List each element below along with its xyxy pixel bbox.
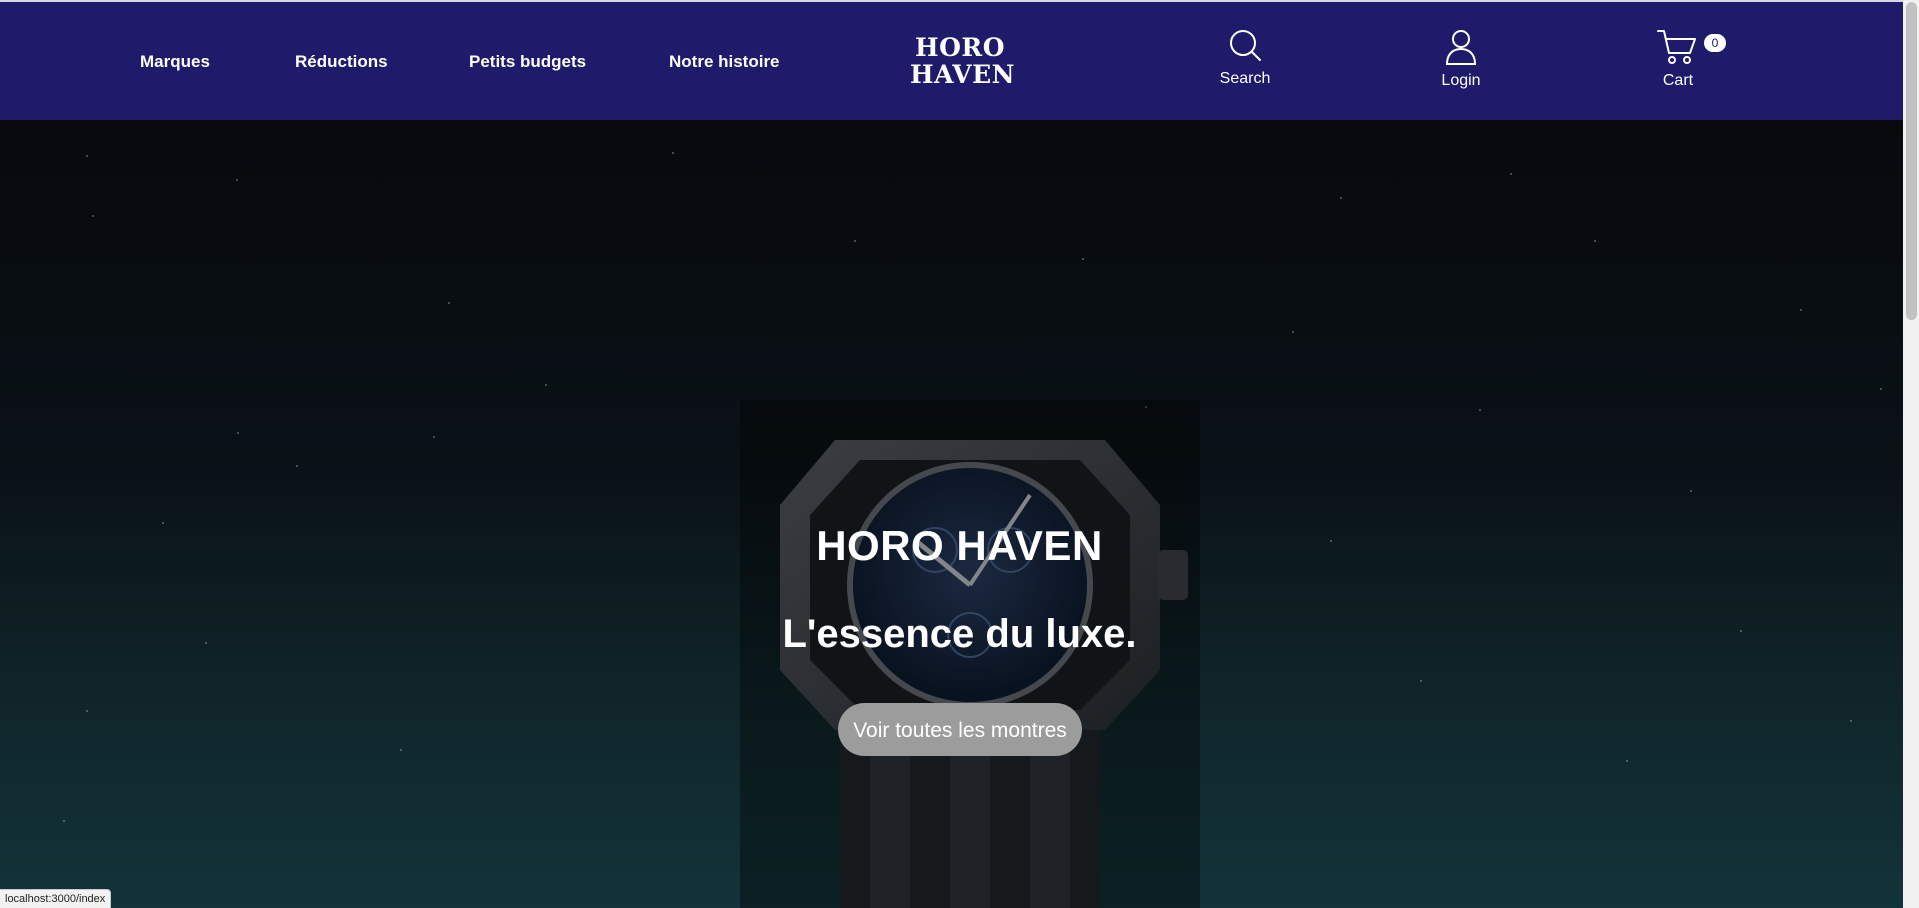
search-label: Search xyxy=(1219,70,1271,87)
cart-button[interactable]: 0 Cart xyxy=(1652,28,1726,90)
cart-count-badge: 0 xyxy=(1704,34,1726,52)
logo-line-1: HORO xyxy=(915,33,1005,62)
search-button[interactable]: Search xyxy=(1210,28,1280,88)
nav-link-petits-budgets[interactable]: Petits budgets xyxy=(469,52,586,72)
nav-link-marques[interactable]: Marques xyxy=(140,52,210,72)
view-all-watches-button[interactable]: Voir toutes les montres xyxy=(838,703,1082,756)
scrollbar-thumb[interactable] xyxy=(1906,2,1917,320)
hero-section: HORO HAVEN L'essence du luxe. Voir toute… xyxy=(0,120,1903,908)
logo-line-2: HAVEN xyxy=(910,60,1016,89)
nav-link-reductions[interactable]: Réductions xyxy=(295,52,388,72)
brand-logo[interactable]: HORO HAVEN xyxy=(910,33,1016,89)
navbar: Marques Réductions Petits budgets Notre … xyxy=(0,2,1903,120)
login-label: Login xyxy=(1441,72,1481,89)
user-icon xyxy=(1445,30,1477,65)
nav-link-notre-histoire[interactable]: Notre histoire xyxy=(669,52,780,72)
scrollbar[interactable] xyxy=(1903,0,1919,908)
search-icon xyxy=(1230,30,1261,61)
hero-subtitle: L'essence du luxe. xyxy=(782,612,1137,656)
hero-title: HORO HAVEN xyxy=(816,522,1103,569)
status-bar-url: localhost:3000/index xyxy=(0,889,112,908)
login-button[interactable]: Login xyxy=(1428,28,1494,90)
cart-icon xyxy=(1657,30,1696,64)
cart-label: Cart xyxy=(1662,72,1694,89)
